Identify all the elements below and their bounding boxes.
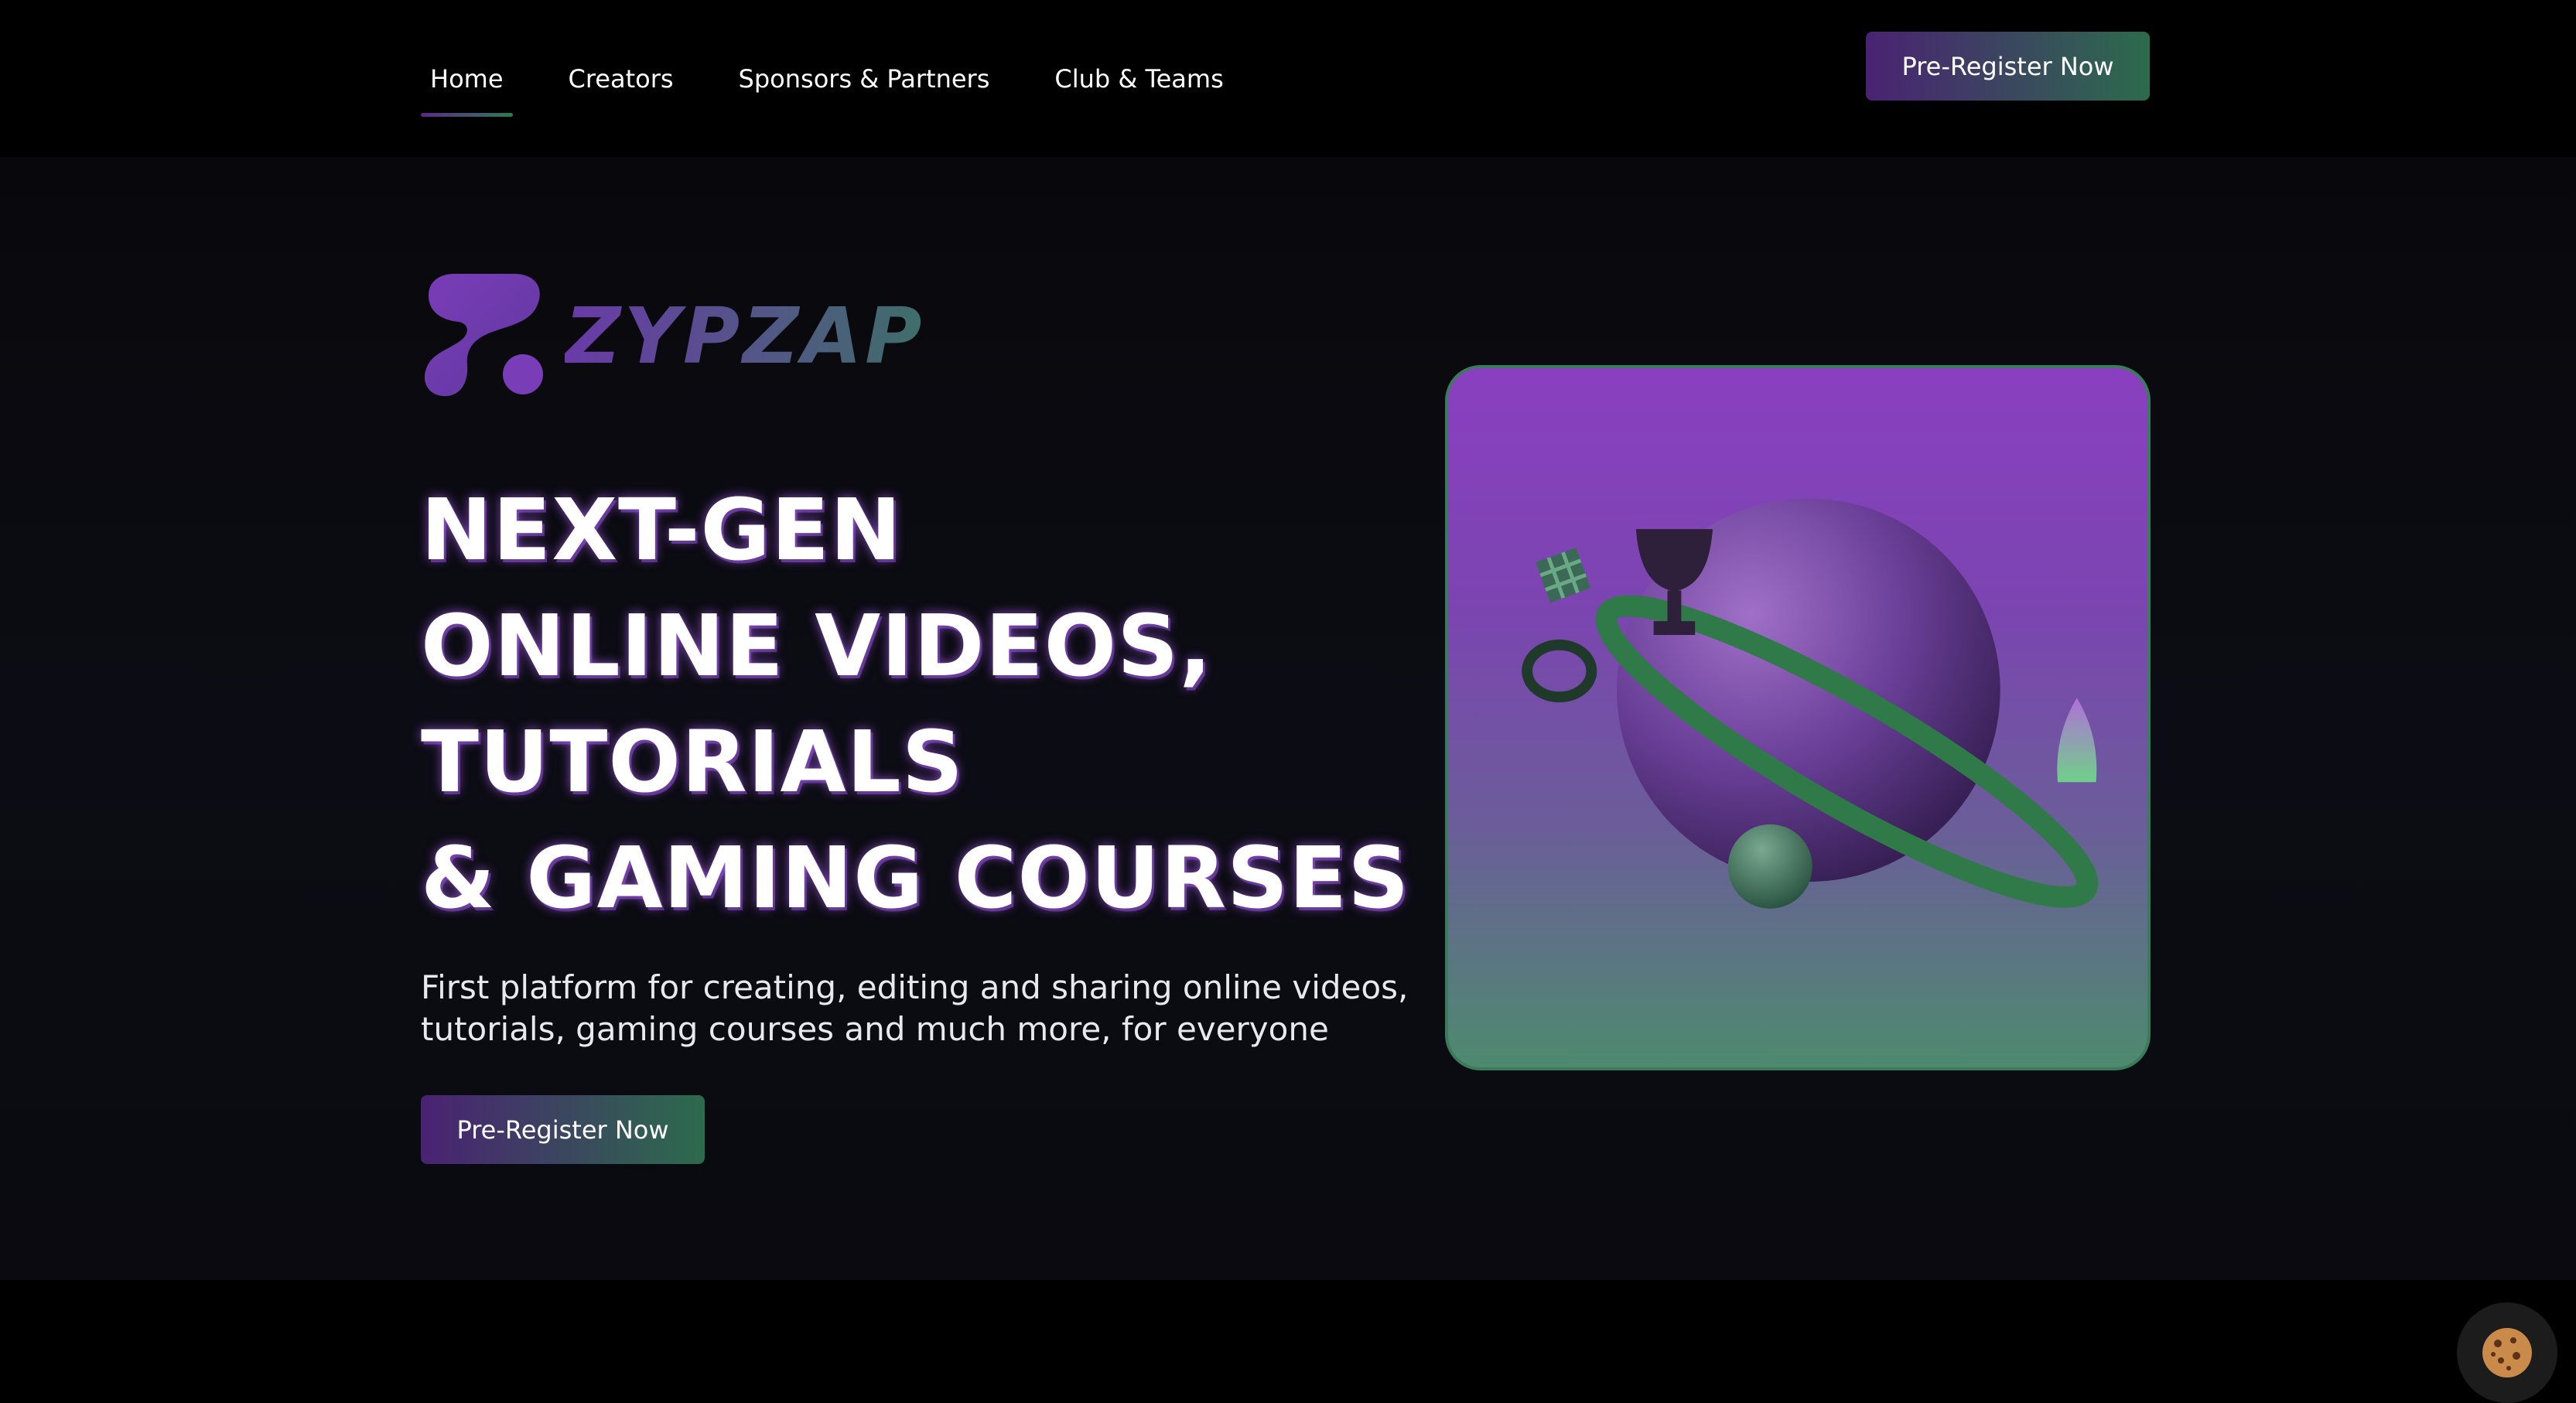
brand-wordmark: ZYPZAP xyxy=(565,290,925,381)
cookie-icon xyxy=(2482,1328,2532,1377)
headline-line-4: & GAMING COURSES xyxy=(421,828,1410,927)
cookie-settings-button[interactable] xyxy=(2457,1302,2557,1403)
nav-home[interactable]: Home xyxy=(421,64,513,117)
nav-sponsors-partners[interactable]: Sponsors & Partners xyxy=(729,64,999,94)
hero-subtext: First platform for creating, editing and… xyxy=(421,968,1409,1048)
zypzap-logo-icon xyxy=(424,274,543,397)
main-nav: Home Creators Sponsors & Partners Club &… xyxy=(421,0,1279,157)
nav-creators[interactable]: Creators xyxy=(559,64,683,94)
brand-logo[interactable]: ZYPZAP xyxy=(421,272,924,399)
headline-line-1: NEXT-GEN xyxy=(421,480,903,579)
hero-illustration xyxy=(1445,365,2151,1070)
nav-pre-register-button[interactable]: Pre-Register Now xyxy=(1866,32,2150,101)
hero-headline: NEXT-GEN ONLINE VIDEOS, TUTORIALS & GAMI… xyxy=(421,472,1410,936)
planet-illustration-icon xyxy=(1522,498,2099,909)
nav-club-teams[interactable]: Club & Teams xyxy=(1045,64,1232,94)
hero-pre-register-button[interactable]: Pre-Register Now xyxy=(421,1095,705,1164)
headline-line-2: ONLINE VIDEOS, xyxy=(421,596,1213,695)
headline-line-3: TUTORIALS xyxy=(421,712,964,811)
top-navbar: Home Creators Sponsors & Partners Club &… xyxy=(0,0,2576,157)
